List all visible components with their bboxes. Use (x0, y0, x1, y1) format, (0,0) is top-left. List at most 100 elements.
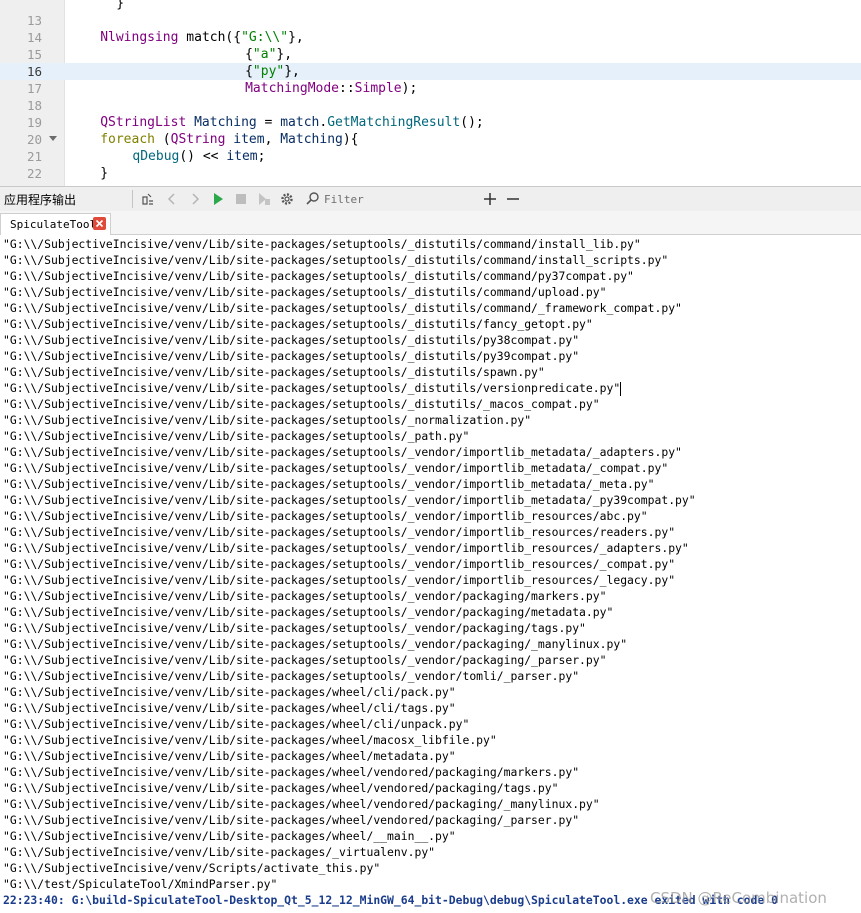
line-number: 17 (26, 81, 42, 96)
watermark-text: CSDN @ReCombination (650, 889, 827, 907)
code-token: = (256, 115, 281, 130)
output-line: "G:\\/SubjectiveIncisive/venv/Lib/site-p… (3, 669, 580, 683)
code-line: 21 qDebug() << item; (0, 148, 861, 165)
code-text: } (116, 0, 124, 12)
code-token: GetMatchingResult (327, 115, 461, 130)
output-line: "G:\\/test/SpiculateTool/XmindParser.py" (3, 877, 278, 891)
line-number: 21 (26, 149, 42, 164)
output-line: "G:\\/SubjectiveIncisive/venv/Lib/site-p… (3, 429, 470, 443)
code-line: 15 {"a"}, (0, 46, 861, 63)
code-token: }, (276, 47, 293, 62)
code-text: qDebug() << item; (132, 148, 265, 165)
output-line: "G:\\/SubjectiveIncisive/venv/Lib/site-p… (3, 461, 669, 475)
output-line: "G:\\/SubjectiveIncisive/venv/Lib/site-p… (3, 285, 607, 299)
code-token: qDebug (132, 149, 180, 164)
code-token: . (319, 115, 328, 130)
output-line: "G:\\/SubjectiveIncisive/venv/Lib/site-p… (3, 541, 689, 555)
code-line: 18 (0, 97, 861, 114)
code-token: { (245, 64, 253, 79)
debug-icon[interactable] (254, 189, 274, 209)
code-token: match({ (178, 30, 242, 45)
code-token: match (280, 115, 320, 130)
tab-label: SpiculateTool (10, 218, 97, 231)
output-line: "G:\\/SubjectiveIncisive/venv/Lib/site-p… (3, 509, 648, 523)
line-number: 13 (26, 13, 42, 28)
output-line: "G:\\/SubjectiveIncisive/venv/Lib/site-p… (3, 493, 696, 507)
application-output[interactable]: "G:\\/SubjectiveIncisive/venv/Lib/site-p… (0, 235, 861, 913)
code-token: , (264, 132, 281, 147)
output-line: "G:\\/SubjectiveIncisive/venv/Lib/site-p… (3, 397, 600, 411)
line-number: 20 (26, 132, 42, 147)
tab-spiculatetool[interactable]: SpiculateTool (0, 213, 111, 235)
code-token: () << (179, 149, 227, 164)
code-token: foreach (100, 132, 155, 147)
code-line: 17 MatchingMode::Simple); (0, 80, 861, 97)
toolbar-separator (132, 190, 133, 208)
output-line: "G:\\/SubjectiveIncisive/venv/Lib/site-p… (3, 477, 655, 491)
code-token: } (100, 166, 109, 181)
output-line: "G:\\/SubjectiveIncisive/venv/Lib/site-p… (3, 717, 470, 731)
code-token: ( (154, 132, 171, 147)
code-token: "py" (252, 64, 285, 79)
close-icon[interactable] (93, 217, 106, 230)
line-number: 16 (26, 64, 42, 79)
code-token: ); (401, 81, 418, 96)
output-line: "G:\\/SubjectiveIncisive/venv/Lib/site-p… (3, 253, 669, 267)
forward-icon[interactable] (185, 189, 205, 209)
zoom-in-icon[interactable] (480, 189, 500, 209)
output-line: "G:\\/SubjectiveIncisive/venv/Lib/site-p… (3, 365, 545, 379)
fold-arrow-icon[interactable] (49, 136, 57, 141)
code-token: QStringList (100, 115, 187, 130)
line-number: 15 (26, 47, 42, 62)
output-line: "G:\\/SubjectiveIncisive/venv/Lib/site-p… (3, 829, 456, 843)
code-token: }, (284, 64, 300, 79)
code-token: } (116, 0, 125, 11)
output-line: "G:\\/SubjectiveIncisive/venv/Lib/site-p… (3, 237, 641, 251)
code-token: Matching (280, 132, 343, 147)
code-token: Simple (354, 81, 402, 96)
output-line: "G:\\/SubjectiveIncisive/venv/Lib/site-p… (3, 845, 436, 859)
code-token: item (233, 132, 265, 147)
code-text: } (100, 165, 108, 182)
code-text: foreach (QString item, Matching){ (100, 131, 358, 148)
attach-icon[interactable] (138, 189, 158, 209)
code-token: ){ (342, 132, 359, 147)
output-line: "G:\\/SubjectiveIncisive/venv/Lib/site-p… (3, 813, 580, 827)
output-line: "G:\\/SubjectiveIncisive/venv/Lib/site-p… (3, 349, 580, 363)
output-line: "G:\\/SubjectiveIncisive/venv/Lib/site-p… (3, 573, 676, 587)
output-line: "G:\\/SubjectiveIncisive/venv/Lib/site-p… (3, 381, 622, 396)
code-token: Nlwingsing (100, 30, 179, 45)
code-line: 14 Nlwingsing match({"G:\\"}, (0, 29, 861, 46)
zoom-out-icon[interactable] (503, 189, 523, 209)
run-icon[interactable] (208, 189, 228, 209)
line-number: 19 (26, 115, 42, 130)
code-line: 22} (0, 165, 861, 182)
gear-icon[interactable] (277, 189, 297, 209)
code-text: MatchingMode::Simple); (245, 80, 417, 97)
code-line: 13 (0, 12, 861, 29)
code-token: (); (460, 115, 484, 130)
output-toolbar: 应用程序输出 (0, 186, 861, 213)
output-line: "G:\\/SubjectiveIncisive/venv/Lib/site-p… (3, 701, 456, 715)
filter-input[interactable] (304, 190, 474, 208)
output-line: "G:\\/SubjectiveIncisive/venv/Lib/site-p… (3, 605, 614, 619)
output-pane-title: 应用程序输出 (4, 193, 77, 207)
code-editor[interactable]: } 13 14 Nlwingsing match({"G:\\"}, 15 {"a"}, 1… (0, 0, 861, 186)
output-line: "G:\\/SubjectiveIncisive/venv/Lib/site-p… (3, 797, 600, 811)
output-tab-bar: SpiculateTool (0, 211, 861, 235)
code-token: MatchingMode (245, 81, 340, 96)
output-line: "G:\\/SubjectiveIncisive/venv/Lib/site-p… (3, 765, 580, 779)
output-line: "G:\\/SubjectiveIncisive/venv/Lib/site-p… (3, 301, 682, 315)
line-number: 18 (26, 98, 42, 113)
code-token: item (226, 149, 258, 164)
stop-icon[interactable] (231, 189, 251, 209)
output-line: "G:\\/SubjectiveIncisive/venv/Lib/site-p… (3, 637, 628, 651)
back-icon[interactable] (162, 189, 182, 209)
code-token: Matching (194, 115, 257, 130)
text-caret (620, 381, 622, 396)
code-text: {"a"}, (245, 46, 292, 63)
output-line: "G:\\/SubjectiveIncisive/venv/Lib/site-p… (3, 589, 607, 603)
code-token: { (245, 47, 253, 62)
code-token: "G:\\" (241, 30, 289, 45)
